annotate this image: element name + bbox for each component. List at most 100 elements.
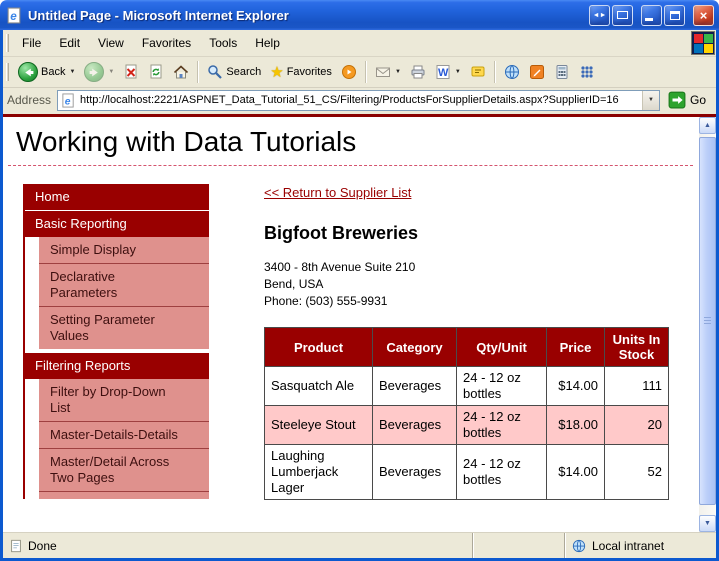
maximize-icon (670, 11, 680, 20)
products-header-row: ProductCategoryQty/UnitPriceUnits In Sto… (265, 328, 669, 367)
maximize-button[interactable] (664, 5, 685, 26)
nav-section-filtering-reports[interactable]: Filtering Reports (25, 353, 209, 379)
product-cell: 24 - 12 oz bottles (457, 445, 547, 500)
product-row: Sasquatch AleBeverages24 - 12 oz bottles… (265, 367, 669, 406)
back-button[interactable]: Back ▼ (14, 60, 79, 84)
standard-toolbar: Back ▼ ▼ Search ★ Favori (3, 57, 716, 88)
menu-view[interactable]: View (89, 30, 133, 56)
product-row: Steeleye StoutBeverages24 - 12 oz bottle… (265, 406, 669, 445)
globe-icon (504, 64, 520, 80)
monitor-button[interactable] (612, 5, 633, 26)
address-input[interactable]: e http://localhost:2221/ASPNET_Data_Tuto… (57, 90, 660, 111)
supplier-street: 3400 - 8th Avenue Suite 210 (264, 259, 699, 276)
web-page: Working with Data Tutorials HomeBasic Re… (3, 117, 699, 532)
refresh-icon (148, 64, 164, 80)
product-cell: 52 (605, 445, 669, 500)
supplier-city: Bend, USA (264, 276, 699, 293)
security-zone-panel: Local intranet (564, 533, 716, 558)
product-cell: 20 (605, 406, 669, 445)
go-label: Go (690, 93, 706, 107)
discuss-button[interactable] (466, 62, 490, 82)
edit-dropdown-icon[interactable]: ▼ (455, 69, 461, 75)
document-icon (9, 539, 23, 553)
close-button[interactable]: × (693, 5, 714, 26)
svg-text:e: e (10, 9, 17, 22)
mail-dropdown-icon[interactable]: ▼ (395, 69, 401, 75)
menu-edit[interactable]: Edit (50, 30, 89, 56)
svg-text:e: e (65, 96, 71, 107)
discuss-icon (470, 64, 486, 80)
scroll-down-button[interactable]: ▼ (699, 515, 716, 532)
go-button[interactable]: Go (666, 90, 712, 110)
nav-section-basic-reporting[interactable]: Basic Reporting (25, 211, 209, 237)
menu-help[interactable]: Help (246, 30, 289, 56)
nav-link-filter-by-drop-down-list[interactable]: Filter by Drop-Down List (39, 379, 209, 421)
resize-arrows-button[interactable]: ◄► (589, 5, 610, 26)
window-title: Untitled Page - Microsoft Internet Explo… (28, 8, 584, 23)
toolbar-grip[interactable] (6, 63, 9, 81)
research-button[interactable] (525, 62, 549, 82)
supplier-address: 3400 - 8th Avenue Suite 210 Bend, USA Ph… (264, 259, 699, 310)
product-cell: Sasquatch Ale (265, 367, 373, 406)
return-to-supplier-link[interactable]: << Return to Supplier List (264, 185, 411, 200)
calculator-button[interactable] (550, 62, 574, 82)
product-cell: Beverages (373, 367, 457, 406)
pen-icon (529, 64, 545, 80)
media-button[interactable] (337, 62, 361, 82)
supplier-name: Bigfoot Breweries (264, 223, 699, 244)
favorites-star-icon: ★ (270, 65, 283, 80)
back-dropdown-icon[interactable]: ▼ (69, 69, 75, 75)
column-header-price: Price (547, 328, 605, 367)
refresh-button[interactable] (144, 62, 168, 82)
word-icon: W (435, 64, 451, 80)
browser-viewport: Working with Data Tutorials HomeBasic Re… (3, 114, 716, 532)
search-icon (207, 64, 223, 80)
print-button[interactable] (406, 62, 430, 82)
nav-link-partial[interactable] (39, 491, 209, 499)
grid-button[interactable] (575, 62, 599, 82)
nav-link-declarative-parameters[interactable]: Declarative Parameters (39, 263, 209, 306)
home-button[interactable] (169, 62, 193, 82)
stop-button[interactable] (119, 62, 143, 82)
search-button[interactable]: Search (203, 62, 265, 82)
nav-link-simple-display[interactable]: Simple Display (39, 237, 209, 263)
favorites-button[interactable]: ★ Favorites (266, 63, 336, 82)
nav-link-master-details-details[interactable]: Master-Details-Details (39, 421, 209, 448)
forward-button[interactable]: ▼ (80, 60, 118, 84)
address-url[interactable]: http://localhost:2221/ASPNET_Data_Tutori… (80, 94, 638, 106)
mail-button[interactable]: ▼ (371, 62, 405, 82)
stop-icon (123, 64, 139, 80)
nav-link-setting-parameter-values[interactable]: Setting Parameter Values (39, 306, 209, 349)
monitor-icon (617, 11, 628, 19)
edit-with-word-button[interactable]: W ▼ (431, 62, 465, 82)
products-body: Sasquatch AleBeverages24 - 12 oz bottles… (265, 367, 669, 500)
status-bar: Done Local intranet (3, 532, 716, 558)
nav-section-home[interactable]: Home (25, 184, 209, 210)
column-header-category: Category (373, 328, 457, 367)
back-label: Back (41, 66, 65, 78)
toolbar-separator (494, 61, 496, 83)
go-arrow-icon (668, 91, 686, 109)
vertical-scrollbar[interactable]: ▲ ▼ (699, 117, 716, 532)
scrollbar-thumb[interactable] (699, 137, 716, 505)
messenger-button[interactable] (500, 62, 524, 82)
menu-tools[interactable]: Tools (200, 30, 246, 56)
menu-favorites[interactable]: Favorites (133, 30, 200, 56)
print-icon (410, 64, 426, 80)
back-icon (18, 62, 38, 82)
menubar-grip[interactable] (6, 34, 9, 52)
scroll-up-button[interactable]: ▲ (699, 117, 716, 134)
nav-link-master-detail-across-two-pages[interactable]: Master/Detail Across Two Pages (39, 448, 209, 491)
svg-text:W: W (438, 67, 449, 79)
product-cell: 24 - 12 oz bottles (457, 406, 547, 445)
forward-dropdown-icon[interactable]: ▼ (108, 69, 114, 75)
toolbar-separator (197, 61, 199, 83)
minimize-button[interactable] (641, 5, 662, 26)
home-icon (173, 64, 189, 80)
address-dropdown-button[interactable]: ▼ (642, 91, 659, 110)
toolbar-separator (365, 61, 367, 83)
page-title: Working with Data Tutorials (16, 126, 699, 158)
title-bar[interactable]: e Untitled Page - Microsoft Internet Exp… (0, 0, 719, 30)
menu-file[interactable]: File (13, 30, 50, 56)
main-content: << Return to Supplier List Bigfoot Brewe… (264, 184, 699, 500)
